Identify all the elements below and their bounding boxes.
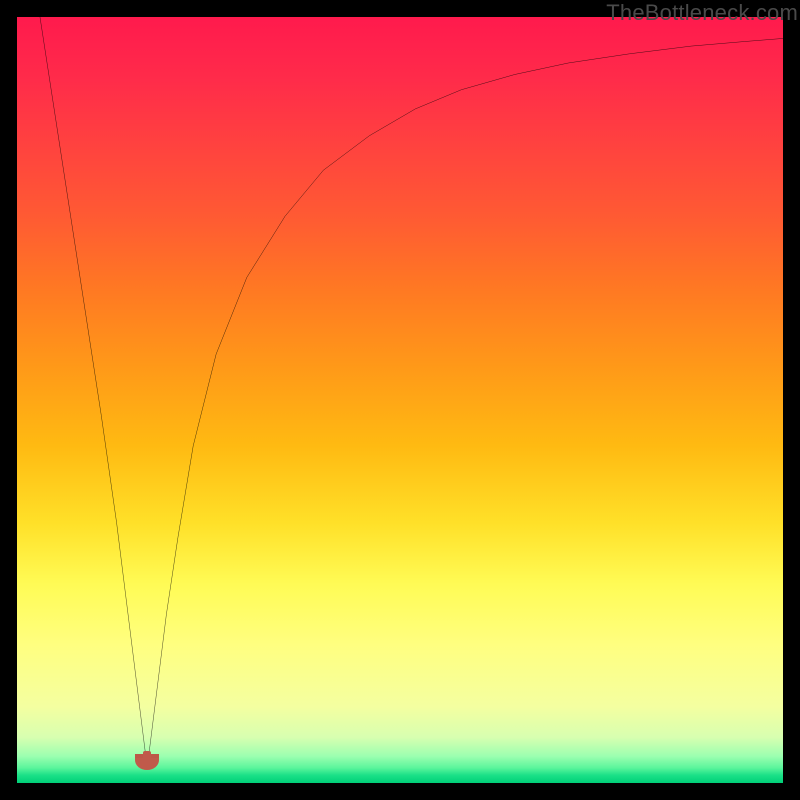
watermark-text: TheBottleneck.com — [606, 0, 798, 26]
chart-frame — [17, 17, 783, 783]
bottleneck-curve — [17, 17, 783, 783]
